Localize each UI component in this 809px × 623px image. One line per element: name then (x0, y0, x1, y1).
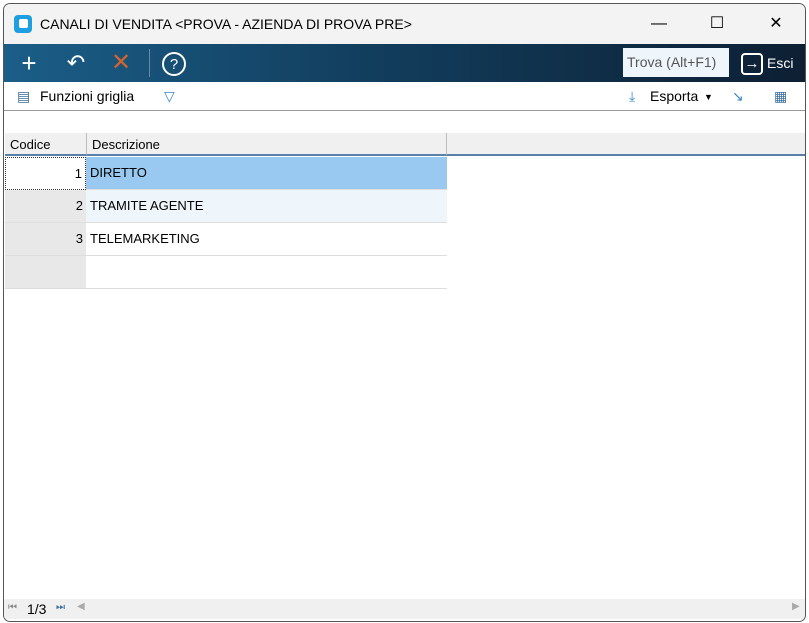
toolbar-separator (149, 49, 150, 77)
header-filler (447, 133, 805, 156)
exit-icon: → (741, 53, 763, 76)
find-input[interactable]: Trova (Alt+F1) (623, 48, 729, 77)
scroll-right-icon[interactable]: ▶ (792, 601, 800, 612)
minimize-button[interactable]: — (644, 12, 674, 36)
undo-icon[interactable]: ↶ (61, 48, 91, 78)
table-row[interactable]: 1 DIRETTO (5, 157, 447, 190)
page-indicator: 1/3 (27, 601, 47, 617)
add-icon[interactable]: + (14, 48, 44, 78)
column-header-codice[interactable]: Codice (5, 133, 87, 156)
toolbar: + ↶ ✕ ? Trova (Alt+F1) → Esci (4, 44, 805, 82)
grid-toolbar: ▤ Funzioni griglia ▽ ⤓ Esporta ▼ ↘ ▦ (4, 82, 805, 111)
app-icon (14, 15, 32, 33)
cell-descrizione[interactable]: TELEMARKETING (86, 223, 447, 256)
exit-label: Esci (767, 55, 794, 71)
cell-codice[interactable]: 1 (5, 157, 86, 190)
chart-icon[interactable]: ↘ (732, 88, 744, 105)
first-page-icon[interactable]: ⏮ (8, 602, 17, 613)
export-button[interactable]: Esporta (650, 88, 698, 104)
last-page-icon[interactable]: ⏭ (56, 602, 65, 613)
maximize-button[interactable]: ☐ (702, 12, 732, 36)
cell-codice[interactable]: 2 (5, 190, 86, 223)
cell-descrizione[interactable]: TRAMITE AGENTE (86, 190, 447, 223)
scroll-left-icon[interactable]: ◀ (77, 601, 85, 612)
table-row[interactable]: 2 TRAMITE AGENTE (5, 190, 447, 223)
cell-codice[interactable]: 3 (5, 223, 86, 256)
dropdown-arrow-icon: ▼ (704, 92, 713, 102)
column-header-descrizione[interactable]: Descrizione (87, 133, 447, 156)
status-bar: ⏮ 1/3 ⏭ ◀ ▶ (4, 599, 805, 619)
help-icon[interactable]: ? (162, 52, 186, 76)
new-row[interactable] (5, 256, 447, 289)
list-icon: ▤ (17, 88, 31, 104)
exit-button[interactable]: → Esci (741, 50, 793, 76)
title-bar: CANALI DI VENDITA <PROVA - AZIENDA DI PR… (4, 4, 805, 44)
cell-codice-empty[interactable] (5, 256, 86, 289)
cell-descrizione-empty[interactable] (86, 256, 447, 289)
filter-icon[interactable]: ▽ (164, 88, 175, 105)
download-icon: ⤓ (629, 88, 636, 104)
grid-functions-button[interactable]: Funzioni griglia (40, 88, 134, 104)
cell-descrizione[interactable]: DIRETTO (86, 157, 447, 190)
window: CANALI DI VENDITA <PROVA - AZIENDA DI PR… (3, 3, 806, 622)
grid-view-icon[interactable]: ▦ (774, 88, 787, 105)
window-title: CANALI DI VENDITA <PROVA - AZIENDA DI PR… (40, 16, 412, 32)
close-button[interactable]: ✕ (761, 12, 791, 36)
delete-icon[interactable]: ✕ (106, 48, 136, 78)
table-row[interactable]: 3 TELEMARKETING (5, 223, 447, 256)
